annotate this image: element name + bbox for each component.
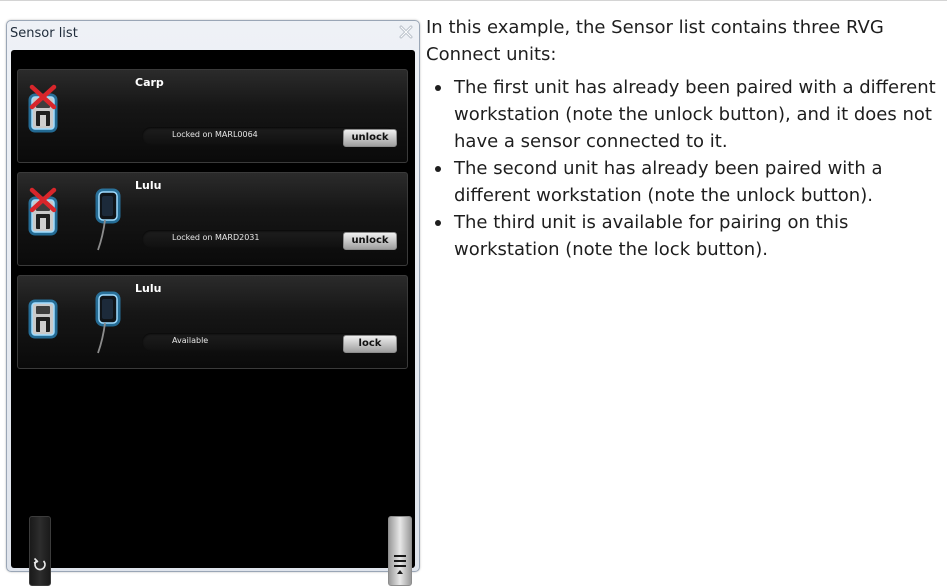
sensor-icon: [95, 291, 121, 354]
window-title: Sensor list: [10, 26, 78, 41]
lock-button[interactable]: lock: [343, 335, 397, 353]
refresh-button[interactable]: [29, 516, 51, 586]
unit-name: Lulu: [135, 282, 162, 295]
sensor-unit-card: Lulu Locked on MARD2031 unlock: [17, 172, 408, 266]
sensor-list-window: Sensor list Carp Locked on MARL0064 unlo…: [6, 20, 420, 586]
rvg-unit-disabled-icon: [28, 84, 58, 133]
page: Sensor list Carp Locked on MARL0064 unlo…: [0, 0, 947, 586]
menu-button[interactable]: [388, 516, 412, 586]
close-icon[interactable]: [399, 25, 413, 39]
description-text: In this example, the Sensor list contain…: [426, 14, 941, 263]
rvg-unit-icon: [28, 299, 58, 339]
unlock-button[interactable]: unlock: [343, 129, 397, 147]
sensor-unit-card: Lulu Available lock: [17, 275, 408, 369]
refresh-icon: [33, 557, 46, 571]
bullet-text: The third unit is available for pairing …: [454, 212, 849, 260]
status-text: Locked on MARL0064: [172, 130, 258, 139]
bullet-icon: [435, 220, 441, 226]
sensor-icon: [95, 188, 121, 251]
sensor-unit-card: Carp Locked on MARL0064 unlock: [17, 69, 408, 163]
bullet-list: The first unit has already been paired w…: [426, 74, 941, 263]
sensor-list-panel: Carp Locked on MARL0064 unlock Lulu Lock…: [11, 50, 415, 586]
unit-name: Lulu: [135, 179, 162, 192]
bullet-text: The first unit has already been paired w…: [454, 77, 936, 152]
rvg-unit-disabled-icon: [28, 187, 58, 236]
unit-name: Carp: [135, 76, 164, 89]
intro-paragraph: In this example, the Sensor list contain…: [426, 17, 884, 65]
bullet-item: The third unit is available for pairing …: [426, 209, 941, 263]
bullet-icon: [435, 85, 441, 91]
menu-icon: [394, 555, 406, 574]
status-text: Available: [172, 336, 209, 345]
top-divider: [0, 0, 947, 1]
bullet-item: The second unit has already been paired …: [426, 155, 941, 209]
bullet-icon: [435, 166, 441, 172]
bullet-item: The first unit has already been paired w…: [426, 74, 941, 155]
title-bar: Sensor list: [7, 21, 419, 47]
bullet-text: The second unit has already been paired …: [454, 158, 883, 206]
unlock-button[interactable]: unlock: [343, 232, 397, 250]
status-text: Locked on MARD2031: [172, 233, 260, 242]
